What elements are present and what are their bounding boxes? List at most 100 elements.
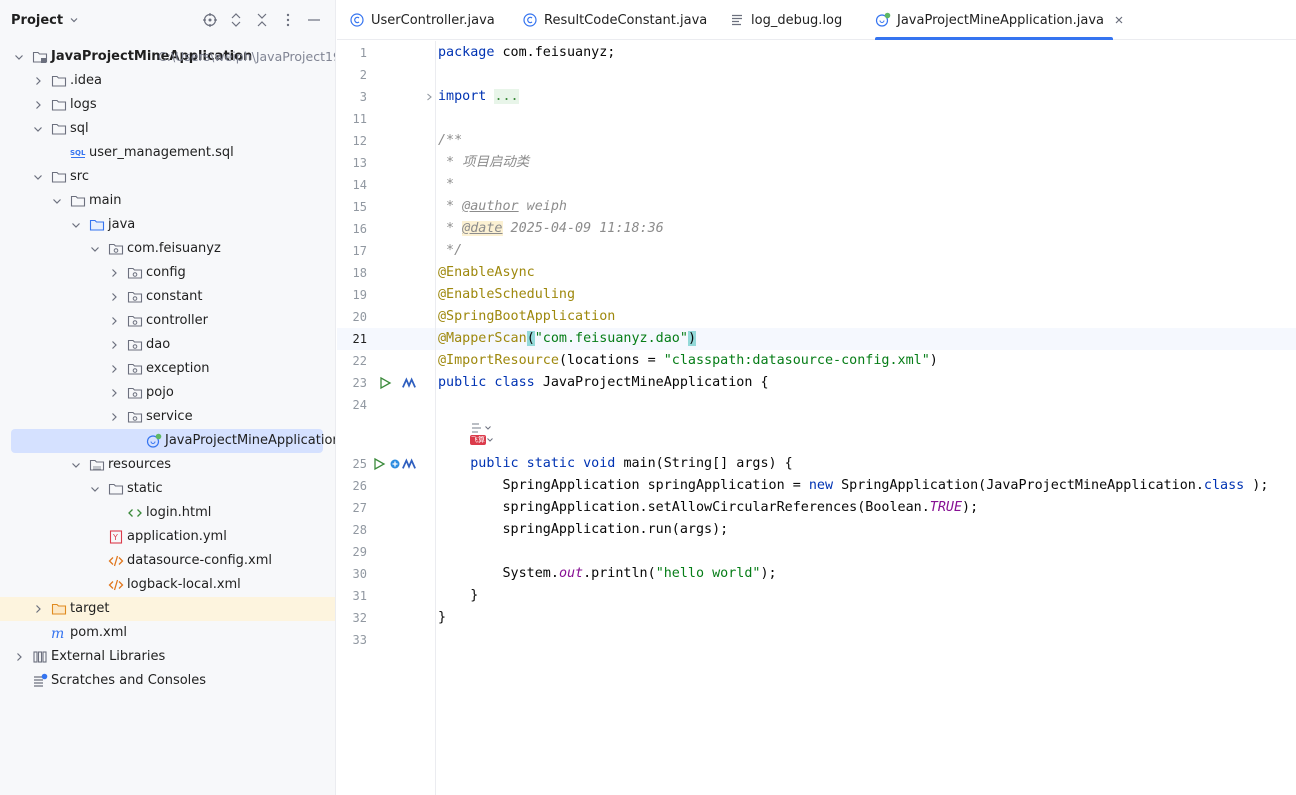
project-panel-title[interactable]: Project: [11, 13, 63, 28]
package-icon: [108, 241, 124, 257]
code-line[interactable]: package com.feisuanyz;: [438, 42, 615, 64]
chevron-right-icon[interactable]: [108, 411, 120, 423]
tree-item[interactable]: target: [0, 597, 335, 621]
tree-item[interactable]: Yapplication.yml: [0, 525, 335, 549]
tree-item[interactable]: logs: [0, 93, 335, 117]
code-line[interactable]: * @author weiph: [438, 196, 567, 218]
code-line[interactable]: @EnableAsync: [438, 262, 535, 284]
tree-item[interactable]: datasource-config.xml: [0, 549, 335, 573]
tree-item[interactable]: main: [0, 189, 335, 213]
tree-item[interactable]: src: [0, 165, 335, 189]
chevron-right-icon[interactable]: [108, 387, 120, 399]
code-line[interactable]: }: [438, 585, 478, 607]
line-number: 23: [352, 376, 367, 390]
line-number: 29: [352, 545, 367, 559]
code-line[interactable]: *: [438, 174, 454, 196]
chevron-down-icon[interactable]: [69, 15, 79, 25]
tree-item[interactable]: .idea: [0, 69, 335, 93]
code-line[interactable]: @MapperScan("com.feisuanyz.dao"): [438, 328, 696, 350]
tree-item[interactable]: com.feisuanyz: [0, 237, 335, 261]
tree-item-label: login.html: [146, 505, 212, 520]
chevron-down-icon[interactable]: [70, 219, 82, 231]
chevron-right-icon[interactable]: [32, 603, 44, 615]
code-line[interactable]: * @date 2025-04-09 11:18:36: [438, 218, 664, 240]
expand-all-icon[interactable]: [228, 12, 244, 28]
tree-item[interactable]: exception: [0, 357, 335, 381]
tree-item[interactable]: login.html: [0, 501, 335, 525]
chevron-down-icon[interactable]: [89, 243, 101, 255]
mybatis-icon[interactable]: [402, 376, 416, 390]
chevron-right-icon[interactable]: [108, 363, 120, 375]
tree-item[interactable]: service: [0, 405, 335, 429]
chevron-right-icon[interactable]: [108, 339, 120, 351]
tree-item[interactable]: resources: [0, 453, 335, 477]
chevron-right-icon[interactable]: [32, 75, 44, 87]
chevron-down-icon[interactable]: [51, 195, 63, 207]
chevron-down-icon[interactable]: [89, 483, 101, 495]
code-line[interactable]: */: [438, 240, 462, 262]
editor-tab[interactable]: log_debug.log: [729, 0, 863, 40]
code-line[interactable]: System.out.println("hello world");: [438, 563, 776, 585]
code-token: import: [438, 89, 487, 104]
code-line[interactable]: public static void main(String[] args) {: [438, 453, 793, 475]
minimize-icon[interactable]: [306, 12, 322, 28]
tab-label: ResultCodeConstant.java: [544, 12, 708, 28]
locate-icon[interactable]: [202, 12, 218, 28]
code-line[interactable]: /**: [438, 130, 462, 152]
project-path-hint: C:\Users\weiph\JavaProject19\: [158, 49, 336, 64]
tree-item[interactable]: JavaProjectMineApplication: [0, 429, 335, 453]
chevron-right-icon[interactable]: [108, 267, 120, 279]
run-icon[interactable]: [372, 457, 386, 471]
code-line[interactable]: @EnableScheduling: [438, 284, 575, 306]
tree-item[interactable]: controller: [0, 309, 335, 333]
mybatis-icon[interactable]: [402, 457, 416, 471]
fold-chevron-icon[interactable]: [422, 90, 436, 104]
tree-item[interactable]: sql: [0, 117, 335, 141]
code-line[interactable]: import ...: [438, 86, 519, 108]
ai-assistant-icon[interactable]: [470, 422, 494, 434]
tree-item[interactable]: constant: [0, 285, 335, 309]
chevron-down-icon[interactable]: [70, 459, 82, 471]
code-line[interactable]: }: [438, 607, 446, 629]
feisuan-plugin-icon[interactable]: 飞算: [470, 435, 494, 445]
tree-item[interactable]: Scratches and Consoles: [0, 669, 335, 693]
chevron-down-icon[interactable]: [32, 123, 44, 135]
libraries-icon: [32, 649, 48, 665]
more-options-icon[interactable]: [280, 12, 296, 28]
line-number: 30: [352, 567, 367, 581]
code-token: SpringApplication(JavaProjectMineApplica…: [841, 478, 1204, 493]
run-icon[interactable]: [378, 376, 392, 390]
code-line[interactable]: @SpringBootApplication: [438, 306, 615, 328]
code-editor[interactable]: 1 package com.feisuanyz; 2 3 import ... 11 12/…: [337, 41, 1296, 795]
plugin-inlay-hint[interactable]: 飞算: [470, 422, 494, 445]
editor-tab[interactable]: JavaProjectMineApplication.java: [875, 0, 1123, 40]
collapse-all-icon[interactable]: [254, 12, 270, 28]
chevron-right-icon[interactable]: [108, 291, 120, 303]
chevron-right-icon[interactable]: [13, 651, 25, 663]
chevron-down-icon[interactable]: [32, 171, 44, 183]
code-token: @author: [462, 199, 519, 214]
chevron-down-icon[interactable]: [13, 51, 25, 63]
implementation-icon[interactable]: [388, 457, 402, 471]
code-line[interactable]: springApplication.setAllowCircularRefere…: [438, 497, 978, 519]
tree-item[interactable]: pojo: [0, 381, 335, 405]
tree-item[interactable]: m pom.xml: [0, 621, 335, 645]
tree-item[interactable]: java: [0, 213, 335, 237]
close-icon[interactable]: [1114, 15, 1124, 25]
tree-item[interactable]: SQL user_management.sql: [0, 141, 335, 165]
tree-item[interactable]: static: [0, 477, 335, 501]
editor-tab[interactable]: UserController.java: [349, 0, 509, 40]
tree-item[interactable]: config: [0, 261, 335, 285]
tree-item[interactable]: dao: [0, 333, 335, 357]
code-line[interactable]: springApplication.run(args);: [438, 519, 728, 541]
chevron-right-icon[interactable]: [32, 99, 44, 111]
code-line[interactable]: SpringApplication springApplication = ne…: [438, 475, 1268, 497]
tree-item[interactable]: External Libraries: [0, 645, 335, 669]
tree-item[interactable]: logback-local.xml: [0, 573, 335, 597]
code-line[interactable]: * 项目启动类: [438, 152, 529, 174]
editor-tab[interactable]: ResultCodeConstant.java: [522, 0, 717, 40]
chevron-right-icon[interactable]: [108, 315, 120, 327]
tree-item[interactable]: JavaProjectMineApplication C:\Users\weiph…: [0, 45, 336, 69]
code-line[interactable]: public class JavaProjectMineApplication …: [438, 372, 769, 394]
code-line[interactable]: @ImportResource(locations = "classpath:d…: [438, 350, 938, 372]
